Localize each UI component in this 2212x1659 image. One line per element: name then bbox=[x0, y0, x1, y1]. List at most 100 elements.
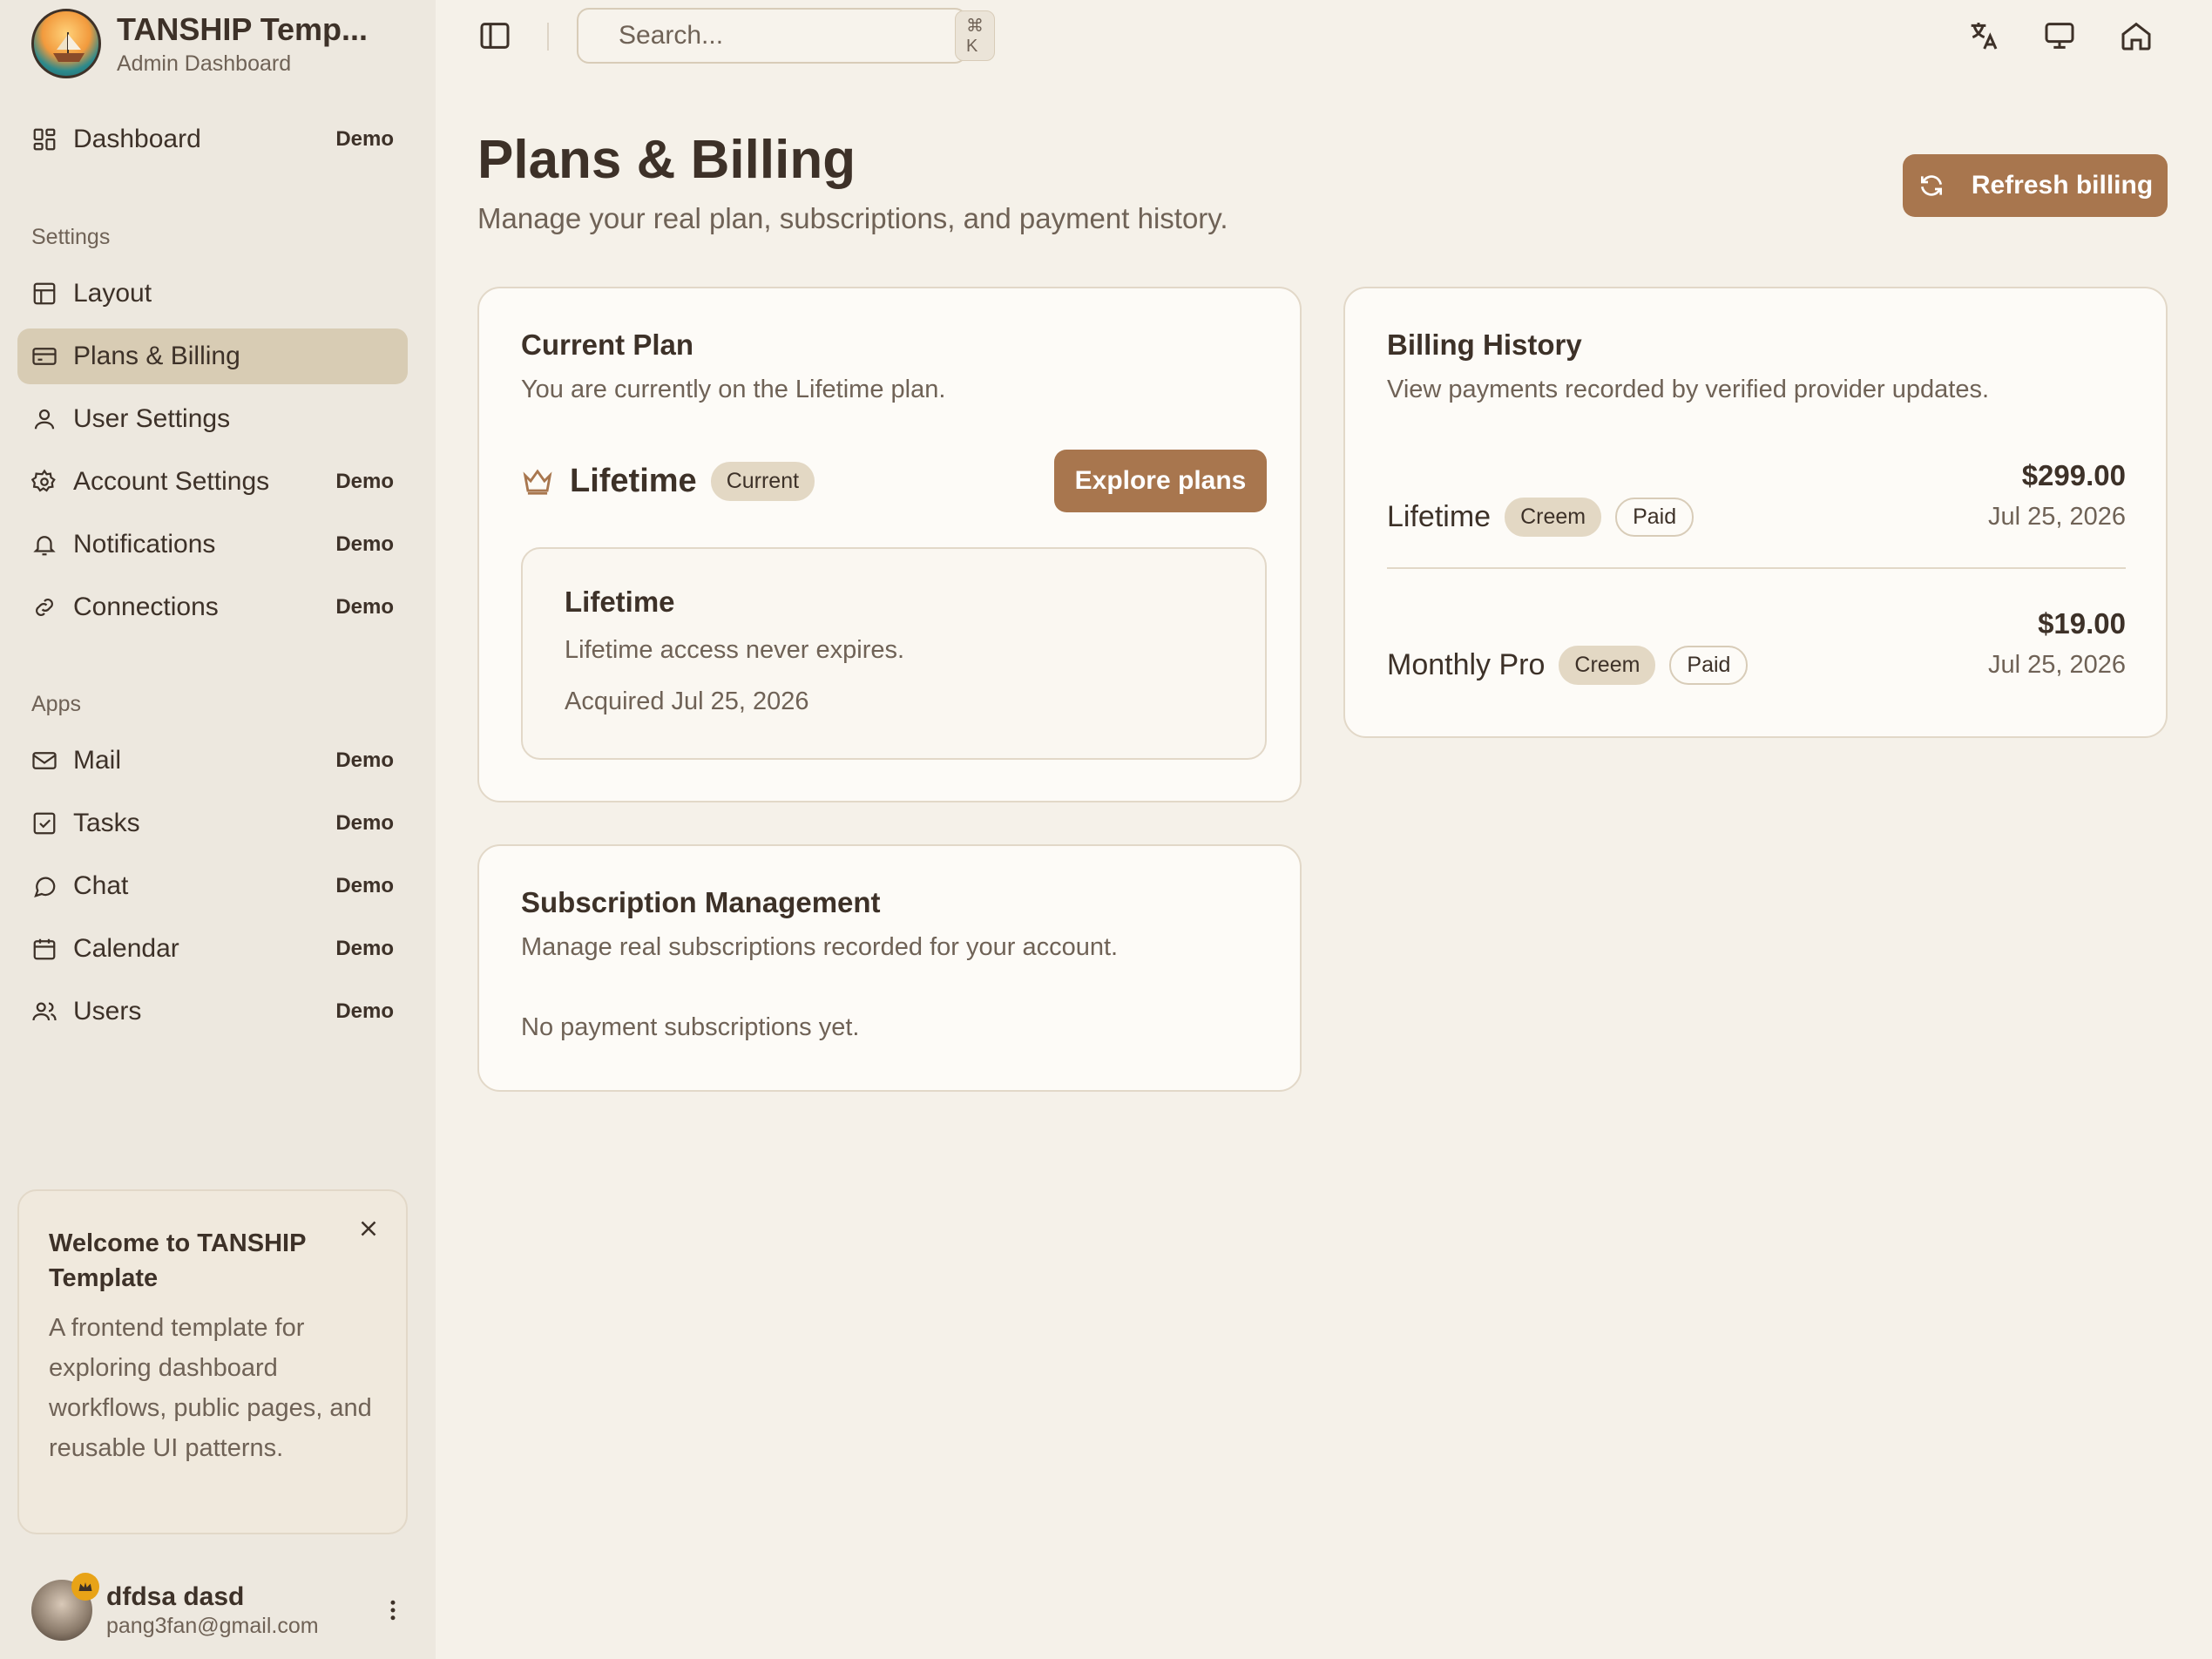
history-divider bbox=[1387, 567, 2126, 569]
sidebar-item-label: Users bbox=[73, 997, 142, 1026]
sidebar-item-account-settings[interactable]: Account Settings Demo bbox=[17, 454, 408, 510]
mail-icon bbox=[32, 752, 57, 769]
subscription-empty-state: No payment subscriptions yet. bbox=[521, 1013, 860, 1041]
sidebar-item-label: Dashboard bbox=[73, 125, 201, 153]
billing-history-row: Monthly Pro Creem Paid $19.00 Jul 25, 20… bbox=[1387, 607, 2126, 721]
demo-badge: Demo bbox=[335, 811, 394, 835]
link-icon bbox=[36, 599, 53, 616]
settings-section-label: Settings bbox=[31, 225, 111, 249]
welcome-title: Welcome to TANSHIP Template bbox=[49, 1229, 306, 1292]
demo-badge: Demo bbox=[335, 532, 394, 556]
bell-icon bbox=[33, 536, 56, 556]
history-date: Jul 25, 2026 bbox=[1987, 503, 2126, 531]
sidebar: TANSHIP Temp... Admin Dashboard Dashboar… bbox=[0, 0, 436, 1659]
brand[interactable]: TANSHIP Temp... Admin Dashboard bbox=[31, 7, 368, 80]
sidebar-item-connections[interactable]: Connections Demo bbox=[17, 579, 408, 635]
subscription-title: Subscription Management bbox=[521, 886, 881, 918]
sidebar-item-calendar[interactable]: Calendar Demo bbox=[17, 921, 408, 977]
history-plan-name: Lifetime bbox=[1387, 500, 1492, 533]
sidebar-item-label: Layout bbox=[73, 279, 152, 308]
history-date: Jul 25, 2026 bbox=[1987, 651, 2126, 679]
provider-badge: Creem bbox=[1505, 498, 1602, 537]
home-icon[interactable] bbox=[2119, 18, 2154, 53]
sidebar-item-tasks[interactable]: Tasks Demo bbox=[17, 796, 408, 851]
sidebar-item-label: Notifications bbox=[73, 530, 216, 559]
refresh-icon bbox=[1920, 175, 1942, 196]
current-plan-card: Current Plan You are currently on the Li… bbox=[477, 287, 1302, 802]
demo-badge: Demo bbox=[335, 748, 394, 772]
plan-acquired-date: Acquired Jul 25, 2026 bbox=[565, 687, 809, 715]
credit-card-icon bbox=[32, 348, 57, 365]
demo-badge: Demo bbox=[335, 999, 394, 1023]
topbar-divider bbox=[547, 23, 549, 51]
user-menu[interactable]: dfdsa dasd pang3fan@gmail.com bbox=[31, 1573, 406, 1645]
monitor-icon[interactable] bbox=[2042, 18, 2077, 53]
avatar bbox=[31, 1573, 99, 1641]
provider-badge: Creem bbox=[1559, 646, 1656, 685]
billing-history-description: View payments recorded by verified provi… bbox=[1387, 376, 1990, 403]
billing-history-title: Billing History bbox=[1387, 328, 1582, 361]
sidebar-item-chat[interactable]: Chat Demo bbox=[17, 858, 408, 914]
sidebar-item-mail[interactable]: Mail Demo bbox=[17, 733, 408, 789]
crown-icon bbox=[523, 469, 552, 495]
welcome-text: A frontend template for exploring dashbo… bbox=[49, 1314, 372, 1462]
close-icon[interactable] bbox=[355, 1215, 382, 1242]
user-email: pang3fan@gmail.com bbox=[106, 1613, 319, 1638]
sidebar-toggle-icon[interactable] bbox=[477, 18, 512, 53]
dashboard-icon bbox=[33, 128, 56, 151]
explore-plans-button[interactable]: Explore plans bbox=[1054, 450, 1267, 512]
sidebar-item-users[interactable]: Users Demo bbox=[17, 984, 408, 1039]
sidebar-item-layout[interactable]: Layout bbox=[17, 266, 408, 322]
sidebar-item-plans-billing[interactable]: Plans & Billing bbox=[17, 328, 408, 384]
history-amount: $19.00 bbox=[2038, 607, 2126, 640]
plan-detail-box: Lifetime Lifetime access never expires. … bbox=[521, 547, 1267, 760]
search-input[interactable] bbox=[619, 21, 955, 51]
refresh-billing-button[interactable]: Refresh billing bbox=[1903, 154, 2168, 217]
subscription-management-card: Subscription Management Manage real subs… bbox=[477, 844, 1302, 1092]
sidebar-item-label: User Settings bbox=[73, 404, 231, 433]
welcome-card: Welcome to TANSHIP Template A frontend t… bbox=[17, 1189, 408, 1534]
sidebar-item-label: Plans & Billing bbox=[73, 342, 240, 370]
brand-logo bbox=[31, 9, 101, 78]
search-box[interactable]: ⌘ K bbox=[577, 8, 995, 64]
sidebar-item-label: Connections bbox=[73, 592, 219, 621]
translate-icon[interactable] bbox=[1965, 18, 2000, 53]
demo-badge: Demo bbox=[335, 937, 394, 960]
apps-section-label: Apps bbox=[31, 692, 81, 716]
billing-history-row: Lifetime Creem Paid $299.00 Jul 25, 2026 bbox=[1387, 459, 2126, 572]
ship-icon bbox=[53, 32, 85, 62]
demo-badge: Demo bbox=[335, 595, 394, 619]
sidebar-item-label: Calendar bbox=[73, 934, 179, 963]
current-plan-description: You are currently on the Lifetime plan. bbox=[521, 376, 946, 403]
current-plan-row: Lifetime Current bbox=[521, 450, 815, 512]
sidebar-item-notifications[interactable]: Notifications Demo bbox=[17, 517, 408, 572]
demo-badge: Demo bbox=[335, 127, 394, 151]
page-subtitle: Manage your real plan, subscriptions, an… bbox=[477, 202, 1228, 234]
gear-icon bbox=[31, 469, 56, 492]
checkbox-icon bbox=[33, 812, 56, 835]
users-icon bbox=[32, 1002, 57, 1021]
current-plan-title: Current Plan bbox=[521, 328, 694, 361]
calendar-icon bbox=[33, 938, 56, 960]
brand-subtitle: Admin Dashboard bbox=[117, 51, 292, 76]
sidebar-item-dashboard[interactable]: Dashboard Demo bbox=[17, 112, 408, 167]
plan-detail-text: Lifetime access never expires. bbox=[565, 636, 905, 664]
sidebar-item-user-settings[interactable]: User Settings bbox=[17, 391, 408, 447]
chat-bubble-icon bbox=[34, 877, 56, 898]
history-plan-name: Monthly Pro bbox=[1387, 648, 1546, 681]
sidebar-item-label: Tasks bbox=[73, 809, 140, 837]
more-vertical-icon[interactable] bbox=[380, 1597, 406, 1623]
layout-icon bbox=[33, 282, 56, 305]
brand-title: TANSHIP Temp... bbox=[117, 10, 369, 47]
search-shortcut: ⌘ K bbox=[955, 10, 995, 61]
history-amount: $299.00 bbox=[2021, 459, 2126, 491]
subscription-description: Manage real subscriptions recorded for y… bbox=[521, 933, 1119, 961]
crown-badge-icon bbox=[71, 1573, 99, 1601]
status-badge: Paid bbox=[1669, 646, 1749, 685]
user-icon bbox=[34, 409, 55, 430]
status-badge: Paid bbox=[1615, 498, 1695, 537]
sidebar-item-label: Mail bbox=[73, 746, 122, 775]
page-title: Plans & Billing bbox=[477, 130, 856, 190]
plan-detail-title: Lifetime bbox=[565, 586, 675, 618]
sidebar-item-label: Chat bbox=[73, 871, 129, 900]
